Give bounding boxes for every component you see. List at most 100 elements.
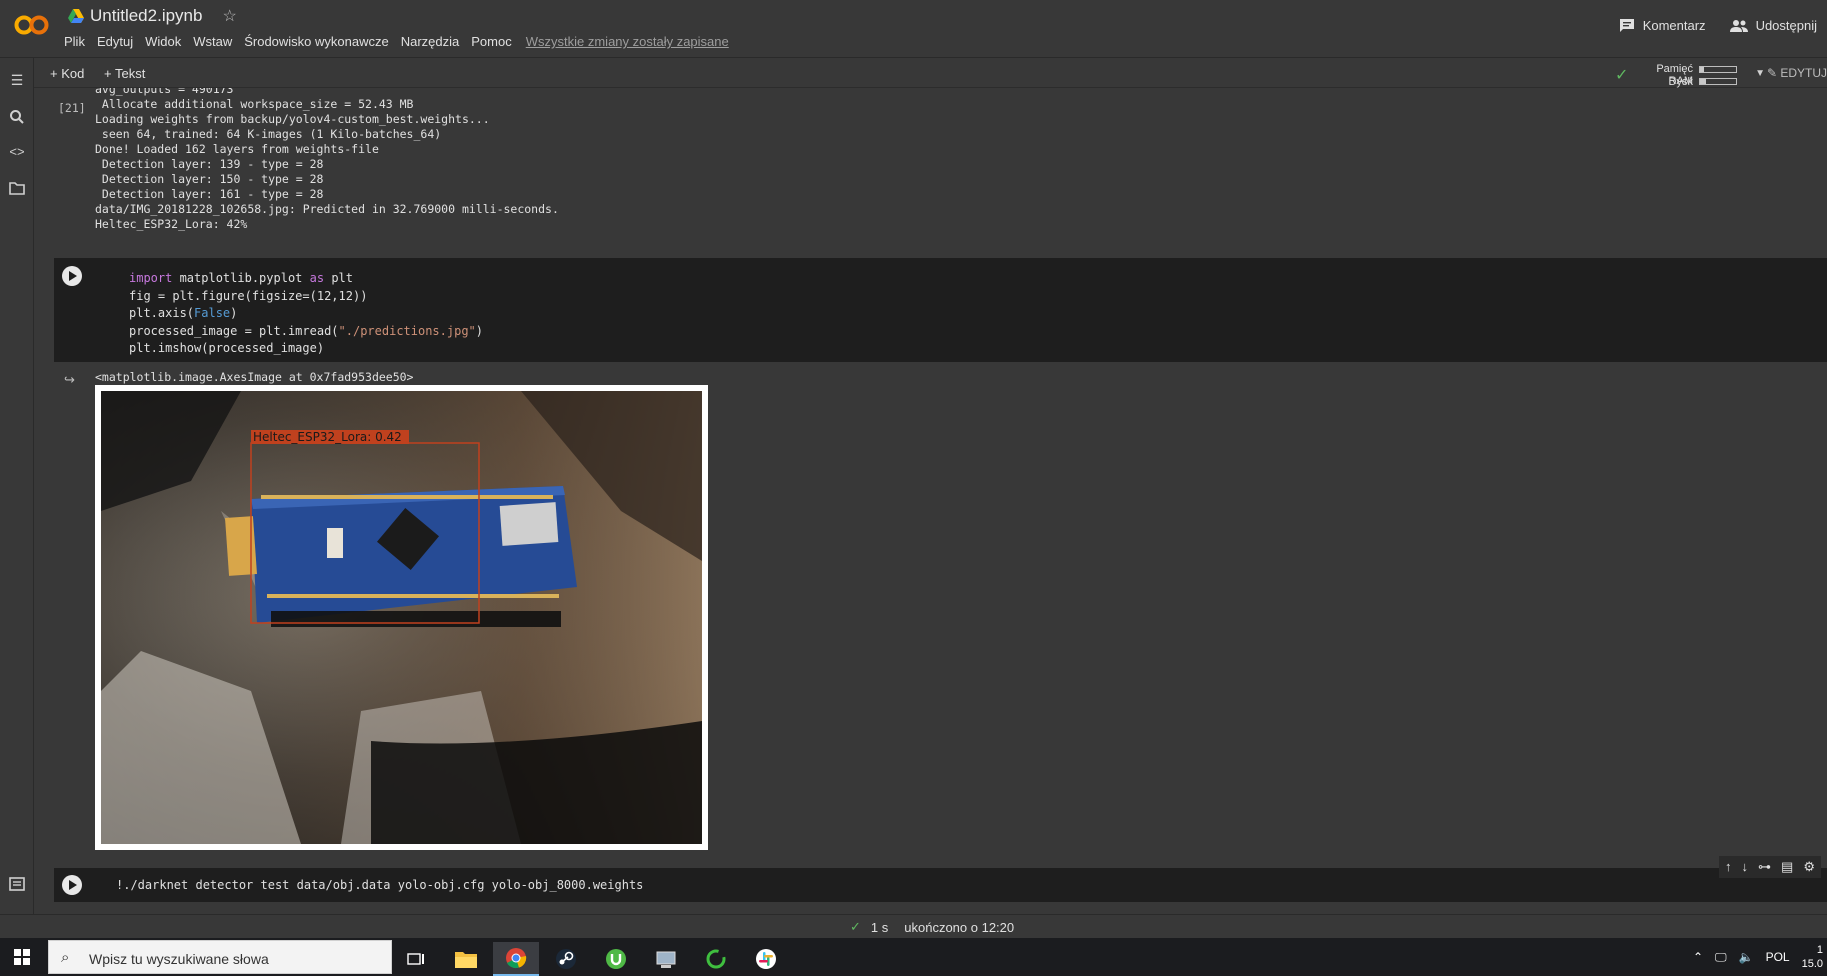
saved-status[interactable]: Wszystkie zmiany zostały zapisane — [526, 34, 729, 49]
windows-taskbar: ⌕ Wpisz tu wyszukiwane słowa ⌃ 🖵 🔈 POL 1… — [0, 938, 1827, 976]
code-token: fig = plt.figure(figsize=(12,12)) — [129, 288, 368, 303]
menu-edit[interactable]: Edytuj — [97, 34, 133, 49]
run-cell-button[interactable] — [62, 266, 82, 286]
document-title[interactable]: Untitled2.ipynb — [90, 6, 202, 26]
plus-icon: + — [50, 66, 62, 81]
volume-icon[interactable]: 🔈 — [1739, 950, 1754, 964]
menu-help[interactable]: Pomoc — [471, 34, 511, 49]
code-token: ) — [475, 323, 484, 338]
code-token: plt — [324, 271, 353, 285]
connected-check-icon: ✓ — [1615, 67, 1629, 84]
menu-bar: Plik Edytuj Widok Wstaw Środowisko wykon… — [64, 34, 729, 49]
execution-count: [21] — [58, 101, 86, 115]
file-explorer-icon[interactable] — [443, 942, 489, 976]
code-line[interactable]: plt.axis(False) — [129, 305, 483, 323]
output-repr: <matplotlib.image.AxesImage at 0x7fad953… — [95, 370, 414, 384]
code-token: processed_image = plt.imread( — [129, 323, 339, 338]
toc-icon[interactable]: ☰ — [9, 72, 25, 88]
search-icon: ⌕ — [61, 949, 70, 966]
output-image: Heltec_ESP32_Lora: 0.42 — [95, 385, 708, 850]
code-token: ) — [230, 306, 238, 320]
terminal-icon[interactable] — [9, 876, 25, 892]
taskbar-search[interactable]: ⌕ Wpisz tu wyszukiwane słowa — [48, 940, 392, 974]
prediction-image: Heltec_ESP32_Lora: 0.42 — [101, 391, 702, 844]
resource-monitor[interactable]: ✓ Pamięć RAM Dysk ▼ — [1615, 61, 1765, 88]
code-token: plt.axis( — [129, 306, 195, 320]
link-icon[interactable]: ⊶ — [1758, 859, 1771, 875]
slack-icon[interactable] — [743, 942, 789, 976]
output-icon[interactable]: ↪ — [64, 372, 75, 388]
run-duration: 1 s — [870, 919, 889, 935]
comment-cell-icon[interactable]: ▤ — [1781, 859, 1793, 875]
settings-icon[interactable]: ⚙ — [1803, 859, 1815, 875]
completed-status: ukończono o 12:20 — [904, 919, 1015, 935]
move-up-icon[interactable]: ↑ — [1725, 859, 1732, 875]
code-cell[interactable]: import matplotlib.pyplot as plt fig = plt… — [54, 258, 1827, 362]
drive-icon — [68, 9, 84, 23]
menu-insert[interactable]: Wstaw — [193, 34, 232, 49]
code-snippets-icon[interactable]: <> — [9, 144, 25, 160]
ram-bar-fill — [1700, 67, 1705, 72]
utorrent-icon[interactable] — [593, 942, 639, 976]
code-token: False — [194, 306, 231, 320]
colab-window: Untitled2.ipynb ☆ Plik Edytuj Widok Wsta… — [0, 0, 1827, 976]
check-icon: ✓ — [850, 919, 861, 934]
code-editor[interactable]: import matplotlib.pyplot as plt fig = plt… — [129, 270, 483, 358]
status-bar: ✓ 1 s ukończono o 12:20 — [0, 914, 1827, 938]
code-token: as — [309, 271, 325, 285]
add-text-button[interactable]: + Tekst — [104, 66, 145, 81]
menu-tools[interactable]: Narzędzia — [401, 34, 460, 49]
system-tray: ⌃ 🖵 🔈 POL 1 15.0 — [1693, 938, 1827, 976]
add-code-button[interactable]: + Kod — [50, 66, 84, 81]
disk-bar — [1699, 78, 1737, 85]
steam-icon[interactable] — [543, 942, 589, 976]
clock[interactable]: 1 15.0 — [1802, 943, 1823, 971]
chrome-icon[interactable] — [493, 942, 539, 976]
colab-logo-icon[interactable] — [14, 12, 50, 38]
clock-date: 15.0 — [1801, 958, 1823, 970]
toolbar: + Kod + Tekst ✓ Pamięć RAM Dysk ▼ ✎ EDYT… — [34, 58, 1827, 88]
code-token: import — [129, 271, 173, 285]
code-line[interactable]: processed_image = plt.imread("./predicti… — [129, 323, 483, 341]
edit-button[interactable]: ✎ EDYTUJ — [1767, 66, 1827, 80]
comment-icon — [1619, 19, 1634, 32]
notebook-area: [21] avg_outputs = 490173 Allocate addit… — [34, 88, 1827, 914]
comment-label: Komentarz — [1642, 18, 1706, 33]
comment-button[interactable]: Komentarz — [1619, 18, 1706, 33]
share-button[interactable]: Udostępnij — [1729, 18, 1817, 33]
menu-file[interactable]: Plik — [64, 34, 85, 49]
code-editor-2[interactable]: !./darknet detector test data/obj.data y… — [116, 878, 643, 892]
menu-runtime[interactable]: Środowisko wykonawcze — [244, 34, 389, 49]
disk-bar-fill — [1700, 79, 1707, 84]
cell-output-text: avg_outputs = 490173 Allocate additional… — [95, 88, 559, 231]
code-token: "./predictions.jpg" — [338, 323, 476, 338]
header: Untitled2.ipynb ☆ Plik Edytuj Widok Wsta… — [0, 0, 1827, 58]
ram-bar — [1699, 66, 1737, 73]
star-icon[interactable]: ☆ — [222, 6, 236, 26]
code-line[interactable]: fig = plt.figure(figsize=(12,12)) — [129, 288, 483, 306]
add-text-label: Tekst — [114, 66, 146, 81]
input-language[interactable]: POL — [1766, 950, 1790, 964]
disk-label: Dysk — [1668, 76, 1693, 88]
add-code-label: Kod — [61, 66, 85, 81]
sync-app-icon[interactable] — [693, 942, 739, 976]
chevron-down-icon[interactable]: ▼ — [1755, 68, 1765, 79]
code-line[interactable]: import matplotlib.pyplot as plt — [129, 270, 483, 288]
pencil-icon: ✎ — [1766, 66, 1781, 80]
chevron-up-icon[interactable]: ⌃ — [1693, 950, 1703, 964]
code-cell-2[interactable]: !./darknet detector test data/obj.data y… — [54, 868, 1827, 902]
network-app-icon[interactable] — [643, 942, 689, 976]
code-line[interactable]: plt.imshow(processed_image) — [129, 340, 483, 358]
search-icon[interactable] — [9, 109, 25, 125]
task-view-icon[interactable] — [393, 942, 439, 976]
edit-label: EDYTUJ — [1780, 66, 1827, 80]
windows-start-icon[interactable] — [14, 949, 30, 965]
move-down-icon[interactable]: ↓ — [1742, 859, 1749, 875]
network-icon[interactable]: 🖵 — [1715, 950, 1727, 965]
run-cell-button[interactable] — [62, 875, 82, 895]
search-placeholder: Wpisz tu wyszukiwane słowa — [89, 951, 269, 967]
menu-view[interactable]: Widok — [145, 34, 181, 49]
share-label: Udostępnij — [1755, 18, 1817, 33]
folder-icon[interactable] — [9, 180, 25, 196]
people-icon — [1729, 19, 1748, 32]
